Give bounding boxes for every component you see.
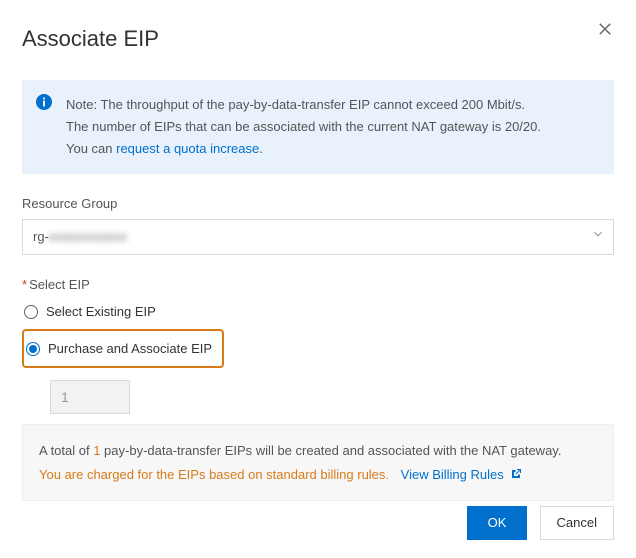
radio-icon bbox=[26, 342, 40, 356]
dialog-title: Associate EIP bbox=[22, 26, 614, 52]
info-icon bbox=[36, 94, 52, 117]
dialog-footer: OK Cancel bbox=[459, 506, 614, 540]
note-line-2: The number of EIPs that can be associate… bbox=[66, 116, 598, 138]
select-eip-radio-group: Select Existing EIP Purchase and Associa… bbox=[22, 300, 614, 368]
select-eip-section: *Select EIP Select Existing EIP Purchase… bbox=[22, 277, 614, 501]
close-icon bbox=[596, 20, 614, 38]
resource-group-section: Resource Group rg-xxxxxxxxxxxx bbox=[22, 196, 614, 255]
radio-purchase-associate[interactable]: Purchase and Associate EIP bbox=[24, 337, 214, 360]
quota-increase-link[interactable]: request a quota increase bbox=[116, 141, 259, 156]
radio-label-existing: Select Existing EIP bbox=[46, 304, 156, 319]
note-line-3: You can request a quota increase. bbox=[66, 138, 598, 160]
cancel-button[interactable]: Cancel bbox=[540, 506, 614, 540]
associate-eip-dialog: Associate EIP Note: The throughput of th… bbox=[0, 0, 636, 558]
quantity-input: 1 bbox=[50, 380, 130, 414]
summary-box: A total of 1 pay-by-data-transfer EIPs w… bbox=[22, 424, 614, 501]
resource-group-value: xxxxxxxxxxxx bbox=[49, 229, 127, 244]
note-line-1: Note: The throughput of the pay-by-data-… bbox=[66, 94, 598, 116]
view-billing-rules-link[interactable]: View Billing Rules bbox=[401, 467, 523, 482]
close-button[interactable] bbox=[596, 20, 614, 43]
chevron-down-icon bbox=[591, 220, 605, 254]
external-link-icon bbox=[507, 467, 522, 482]
billing-warning: You are charged for the EIPs based on st… bbox=[39, 467, 389, 482]
resource-group-value-prefix: rg- bbox=[33, 229, 49, 244]
purchase-option-highlight: Purchase and Associate EIP bbox=[22, 329, 224, 368]
ok-button[interactable]: OK bbox=[467, 506, 527, 540]
summary-line-2: You are charged for the EIPs based on st… bbox=[39, 463, 597, 486]
select-eip-label: *Select EIP bbox=[22, 277, 614, 292]
radio-select-existing[interactable]: Select Existing EIP bbox=[22, 300, 614, 323]
resource-group-select[interactable]: rg-xxxxxxxxxxxx bbox=[22, 219, 614, 255]
radio-icon bbox=[24, 305, 38, 319]
summary-line-1: A total of 1 pay-by-data-transfer EIPs w… bbox=[39, 439, 597, 462]
radio-label-purchase: Purchase and Associate EIP bbox=[48, 341, 212, 356]
resource-group-label: Resource Group bbox=[22, 196, 614, 211]
info-note: Note: The throughput of the pay-by-data-… bbox=[22, 80, 614, 174]
